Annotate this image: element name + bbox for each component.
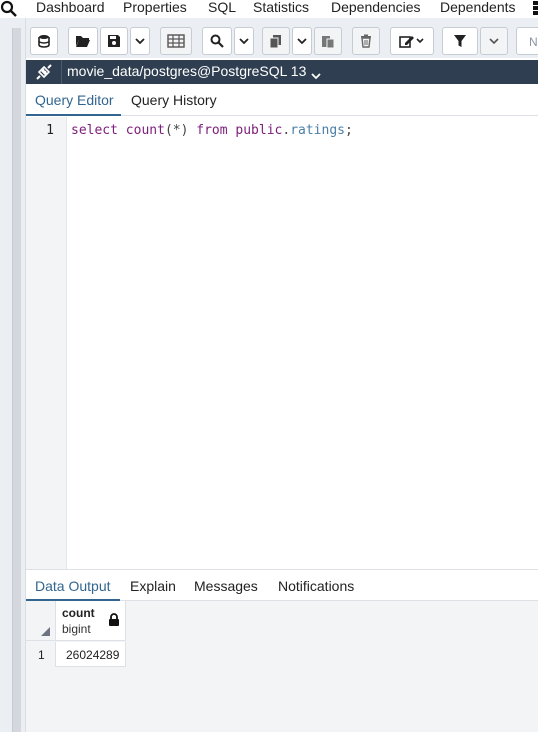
column-header[interactable]: count bigint [56,601,126,641]
search-icon[interactable] [0,0,18,18]
save-dropdown-button[interactable] [130,27,150,55]
schema-name: public [235,123,283,138]
view-data-button[interactable] [160,27,192,55]
editor-tabs: Query Editor Query History [26,84,538,116]
delete-button[interactable] [352,27,380,55]
edit-button[interactable] [390,27,434,55]
tab-statistics[interactable]: Statistics [253,0,309,15]
tab-query-editor[interactable]: Query Editor [35,92,114,108]
filter-icon [453,34,467,48]
table-name: ratings [290,123,345,138]
tab-explain[interactable]: Explain [130,578,176,594]
sql-editor[interactable]: 1 select count(*) from public.ratings; [26,117,538,569]
query-toolbar: No limit [26,18,538,58]
save-icon [107,34,121,48]
tab-dependencies[interactable]: Dependencies [331,0,421,15]
tab-dashboard[interactable]: Dashboard [36,0,105,15]
more-tabs-icon[interactable] [531,0,538,16]
left-scroll-strip [0,18,26,732]
paste-button[interactable] [314,27,342,55]
database-button[interactable] [30,27,58,55]
copy-icon [269,34,283,48]
chevron-down-icon [297,37,307,45]
keyword-select: select [71,123,118,138]
panel-tabs: Dashboard Properties SQL Statistics Depe… [0,0,538,18]
count-args: (*) [164,123,189,138]
data-grid: count bigint 1 26024289 [26,601,538,732]
connection-label[interactable]: movie_data/postgres@PostgreSQL 13 [67,63,306,79]
tab-sql[interactable]: SQL [208,0,236,15]
line-number: 1 [46,123,54,138]
line-gutter: 1 [26,117,67,569]
tab-properties[interactable]: Properties [123,0,187,15]
chevron-down-icon [489,37,499,45]
copy-button[interactable] [262,27,290,55]
tab-notifications[interactable]: Notifications [278,578,354,594]
trash-icon [360,34,372,48]
filter-dropdown-button[interactable] [480,27,508,55]
copy-dropdown-button[interactable] [292,27,312,55]
table-cell[interactable]: 26024289 [56,642,126,667]
chevron-down-icon [239,37,249,45]
tab-data-output[interactable]: Data Output [35,578,111,594]
active-tab-indicator [26,114,121,116]
code-line[interactable]: select count(*) from public.ratings; [71,123,353,138]
chevron-down-icon[interactable] [311,67,321,83]
database-icon [37,34,51,48]
table-icon [167,34,185,48]
plug-icon[interactable] [26,60,62,84]
lock-icon [108,613,120,629]
tab-messages[interactable]: Messages [194,578,258,594]
find-button[interactable] [202,27,232,55]
tab-dependents[interactable]: Dependents [440,0,516,15]
search-icon [210,34,224,48]
vertical-scrollbar[interactable] [12,28,21,732]
function-count: count [125,123,165,138]
connection-bar: movie_data/postgres@PostgreSQL 13 [26,60,538,84]
column-type: bigint [62,622,91,636]
dot-separator: . [282,123,291,138]
keyword-from: from [196,123,228,138]
output-tabs: Data Output Explain Messages Notificatio… [26,569,538,601]
open-file-button[interactable] [68,27,98,55]
semicolon: ; [344,123,353,138]
paste-icon [321,34,335,48]
tab-query-history[interactable]: Query History [131,92,217,108]
select-all-icon [41,627,50,636]
row-number[interactable]: 1 [26,642,56,667]
save-button[interactable] [100,27,128,55]
rows-limit-select[interactable]: No limit [516,27,538,55]
grid-corner[interactable] [26,601,56,641]
folder-open-icon [75,34,91,48]
find-dropdown-button[interactable] [234,27,254,55]
column-name: count [62,606,95,620]
filter-button[interactable] [442,27,478,55]
chevron-down-icon [135,37,145,45]
edit-icon [399,34,425,48]
